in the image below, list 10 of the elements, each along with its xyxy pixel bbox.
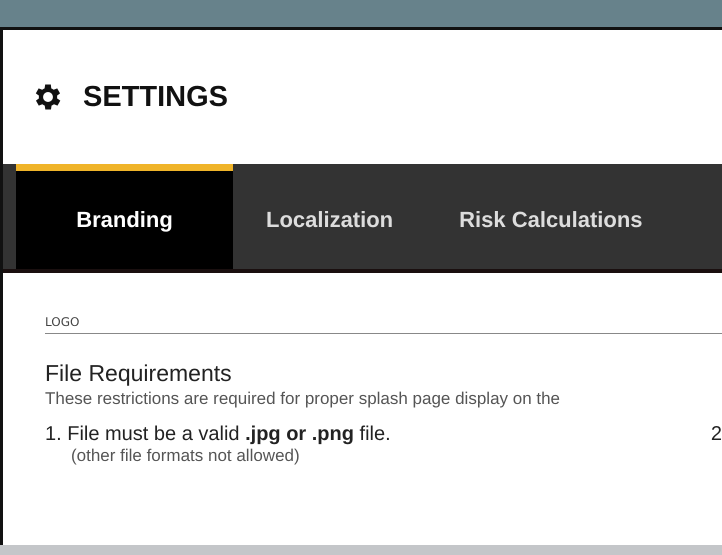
requirement-note: (other file formats not allowed) — [70, 446, 301, 466]
requirement-text: 1. File must be a valid .jpg or .png file. — [45, 423, 391, 446]
requirement-text: 2 — [710, 423, 722, 447]
section-label: LOGO — [45, 315, 722, 334]
tab[interactable]: Localization — [233, 164, 426, 269]
description: These restrictions are required for proper splash page display on the — [45, 389, 562, 409]
tab[interactable]: Risk Calculations — [426, 164, 676, 269]
section-heading: File Requirements — [45, 360, 233, 387]
tab[interactable]: Branding — [16, 164, 233, 269]
page-title: SETTINGS — [83, 80, 228, 114]
